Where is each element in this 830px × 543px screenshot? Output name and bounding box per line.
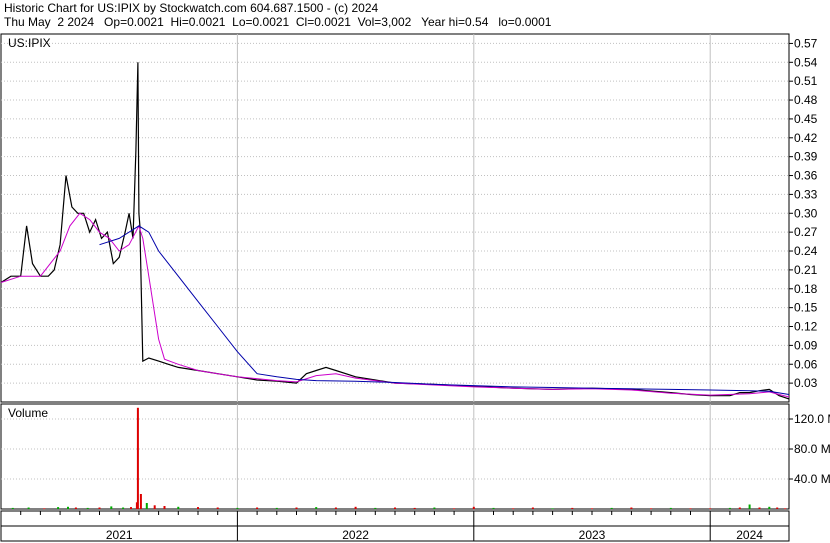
price-y-tick-label: 0.54 [794, 55, 818, 69]
volume-bar [472, 506, 475, 510]
volume-bar [610, 507, 613, 509]
volume-panel [0, 403, 790, 510]
volume-bar [110, 506, 113, 509]
price-panel-title: US:IPIX [8, 36, 51, 50]
volume-bar [758, 507, 761, 509]
volume-bar [709, 508, 712, 510]
volume-bar [145, 503, 148, 509]
volume-bar [689, 508, 692, 510]
volume-bar [334, 507, 337, 509]
price-y-tick-label: 0.42 [794, 131, 818, 145]
volume-bar [86, 507, 89, 509]
volume-bar [177, 506, 180, 510]
volume-bar [413, 507, 416, 509]
price-y-tick-label: 0.21 [794, 263, 818, 277]
volume-bar [591, 508, 593, 510]
price-y-tick-label: 0.36 [794, 169, 818, 183]
volume-bar [11, 507, 14, 509]
price-y-tick-label: 0.09 [794, 338, 818, 352]
price-y-tick-label: 0.06 [794, 357, 818, 371]
volume-bar [130, 507, 132, 509]
volume-panel-title: Volume [8, 406, 48, 420]
price-y-tick-label: 0.51 [794, 74, 818, 88]
volume-bar [197, 507, 199, 509]
price-y-tick-label: 0.15 [794, 301, 818, 315]
volume-bar [433, 507, 436, 509]
price-y-tick-label: 0.12 [794, 320, 818, 334]
price-y-tick-label: 0.57 [794, 36, 818, 50]
price-y-tick-label: 0.27 [794, 225, 818, 239]
volume-bar [776, 507, 779, 509]
price-y-tick-label: 0.24 [794, 244, 818, 258]
volume-y-tick-label: 80.0 M [794, 442, 830, 456]
price-y-tick-label: 0.30 [794, 206, 818, 220]
volume-bar [630, 507, 633, 509]
price-y-tick-label: 0.33 [794, 187, 818, 201]
volume-y-axis: 40.0 M 80.0 M 120.0 M [789, 412, 830, 486]
volume-bar [122, 507, 125, 509]
year-label: 2023 [579, 528, 606, 542]
volume-y-tick-label: 120.0 M [794, 412, 830, 426]
volume-y-tick-label: 40.0 M [794, 472, 830, 486]
volume-bar [738, 507, 741, 509]
price-y-tick-label: 0.03 [794, 376, 818, 390]
volume-bar [394, 507, 396, 509]
price-y-tick-label: 0.45 [794, 112, 818, 126]
stock-chart: 0.03 0.06 0.09 0.12 0.15 0.18 0.21 0.24 0.27 0.30… [0, 33, 830, 542]
price-panel [0, 33, 790, 403]
volume-bar [784, 508, 787, 510]
volume-bar [354, 506, 357, 510]
price-y-axis: 0.03 0.06 0.09 0.12 0.15 0.18 0.21 0.24 0.27 0.30… [789, 36, 818, 390]
volume-bar [216, 507, 219, 509]
volume-bar [315, 507, 318, 509]
volume-bar [139, 494, 142, 509]
volume-bar [512, 508, 515, 510]
volume-bar [67, 506, 69, 510]
volume-bar [728, 507, 731, 509]
volume-bar [551, 508, 554, 510]
year-label: 2024 [736, 528, 763, 542]
volume-bar [374, 507, 377, 509]
volume-bar [256, 507, 259, 509]
volume-bar [27, 507, 30, 509]
volume-bar [669, 507, 672, 509]
volume-bar [295, 507, 298, 509]
volume-bar [236, 507, 239, 509]
volume-bar [43, 508, 46, 510]
volume-bar [453, 508, 456, 510]
price-y-tick-label: 0.18 [794, 282, 818, 296]
volume-bar [650, 508, 653, 510]
price-y-tick-label: 0.39 [794, 150, 818, 164]
year-label: 2022 [342, 528, 369, 542]
volume-bar [748, 504, 751, 509]
price-y-tick-label: 0.48 [794, 93, 818, 107]
volume-bar [163, 506, 166, 509]
volume-bar [153, 505, 156, 510]
year-label: 2021 [106, 528, 133, 542]
volume-bar [768, 506, 771, 510]
volume-bar [571, 507, 574, 509]
volume-bar [492, 507, 495, 509]
volume-bar [98, 507, 101, 509]
volume-bar [275, 507, 278, 509]
volume-bar [74, 507, 77, 509]
volume-bar [57, 507, 60, 509]
volume-bar [531, 507, 534, 509]
volume-bar [136, 407, 139, 510]
